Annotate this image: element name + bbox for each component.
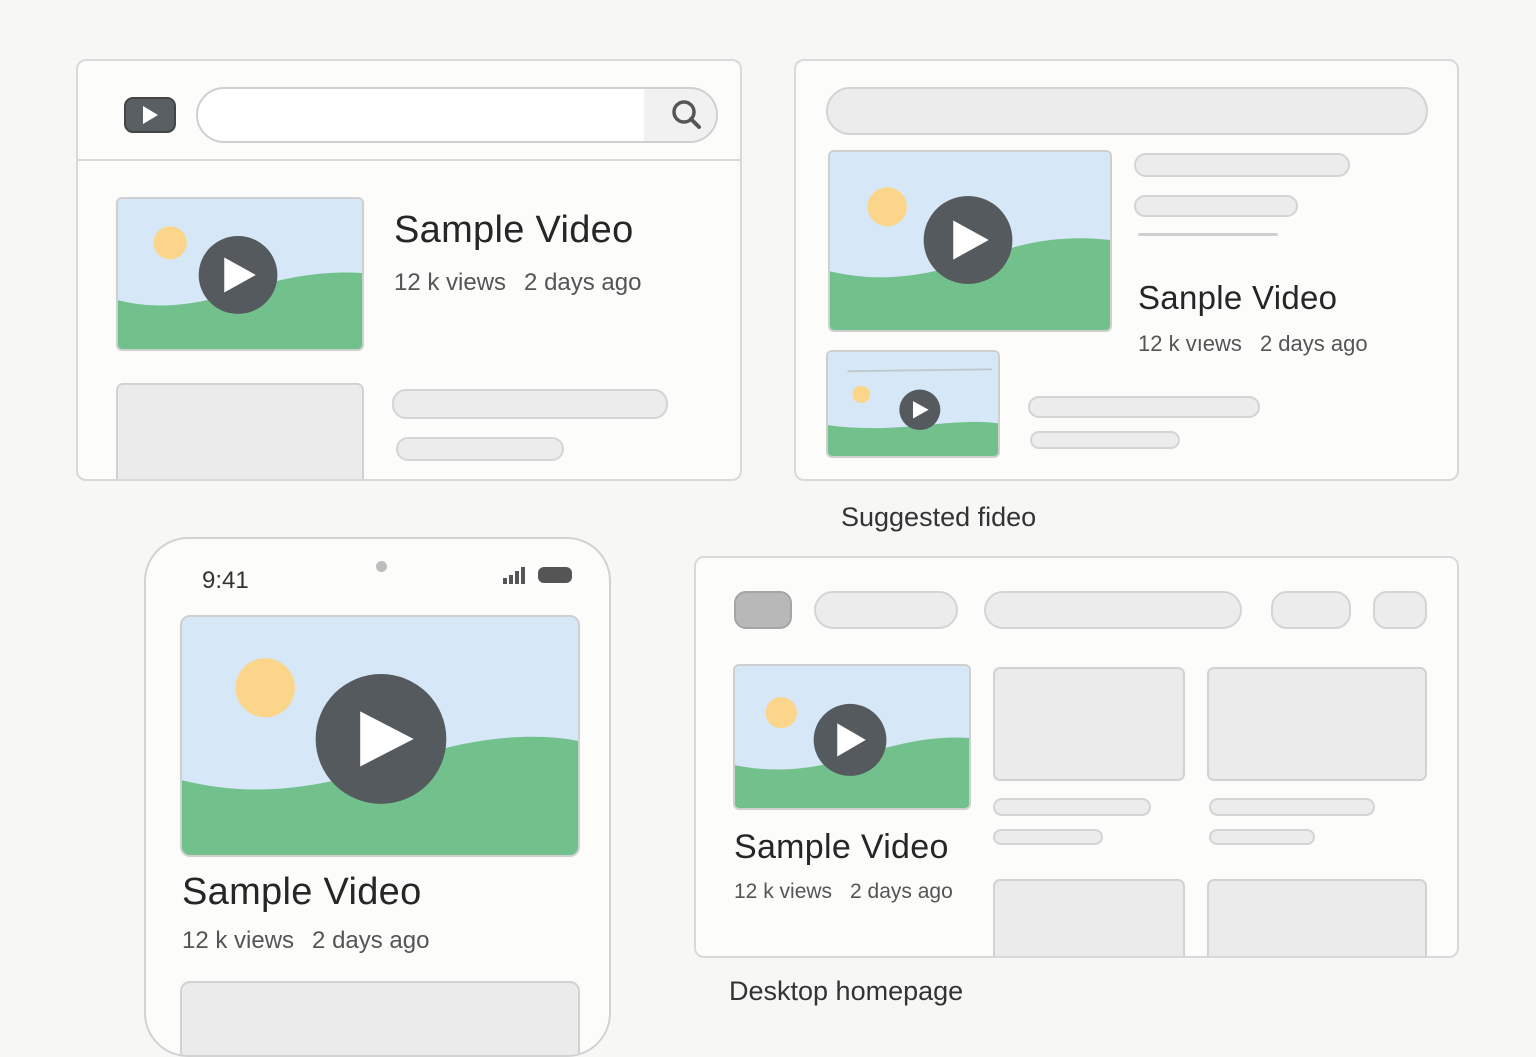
video-card-placeholder bbox=[993, 879, 1185, 956]
status-time: 9:41 bbox=[202, 567, 249, 594]
upload-age: 2 days ago bbox=[524, 269, 642, 296]
mobile-frame: 9:41 Sample Video 12 k views 2 days ago bbox=[144, 537, 611, 1057]
app-header bbox=[78, 61, 740, 161]
upload-age: 2 days ago bbox=[850, 880, 953, 903]
view-count: 12 k views bbox=[182, 927, 295, 954]
desktop-homepage-panel: Sample Video 12 k views 2 days ago bbox=[694, 556, 1459, 958]
video-thumbnail[interactable] bbox=[828, 150, 1112, 332]
caption-desktop: Desktop homepage bbox=[729, 976, 964, 1006]
meta-placeholder bbox=[1134, 195, 1298, 217]
video-thumbnail-placeholder bbox=[116, 383, 364, 479]
video-thumbnail[interactable] bbox=[826, 350, 1000, 458]
meta-placeholder bbox=[993, 829, 1103, 845]
signal-icon bbox=[503, 567, 525, 584]
search-input[interactable] bbox=[196, 87, 718, 143]
play-logo-icon[interactable] bbox=[124, 97, 176, 133]
video-title[interactable]: Sanple Video bbox=[1138, 279, 1337, 317]
search-bar-placeholder[interactable] bbox=[984, 591, 1242, 629]
video-meta: 12 k views 2 days ago bbox=[182, 927, 429, 955]
header-placeholder bbox=[826, 87, 1428, 135]
title-placeholder bbox=[392, 389, 668, 419]
camera-dot bbox=[376, 561, 387, 572]
view-count: 12 k vıews bbox=[1138, 331, 1242, 356]
video-title[interactable]: Sample Video bbox=[394, 209, 634, 252]
meta-placeholder bbox=[1209, 829, 1315, 845]
nav-item-placeholder[interactable] bbox=[814, 591, 958, 629]
video-title[interactable]: Sample Video bbox=[734, 828, 949, 867]
search-results-panel: Sample Video 12 k views 2 days ago bbox=[76, 59, 742, 481]
video-meta: 12 k views 2 days ago bbox=[394, 269, 641, 297]
search-button[interactable] bbox=[644, 89, 716, 141]
logo-placeholder[interactable] bbox=[734, 591, 792, 629]
upload-age: 2 days ago bbox=[1259, 331, 1368, 356]
video-card-placeholder bbox=[1207, 879, 1427, 956]
video-meta: 12 k vıews 2 days ago bbox=[1138, 331, 1368, 357]
search-icon bbox=[672, 100, 701, 129]
upload-age: 2 days ago bbox=[312, 927, 430, 954]
nav-button-placeholder[interactable] bbox=[1271, 591, 1351, 629]
suggested-video-panel: Sanple Video 12 k vıews 2 days ago bbox=[794, 59, 1459, 481]
nav-button-placeholder[interactable] bbox=[1373, 591, 1427, 629]
view-count: 12 k views bbox=[394, 269, 507, 296]
view-count: 12 k views bbox=[734, 880, 833, 903]
battery-icon bbox=[538, 567, 572, 583]
title-placeholder bbox=[993, 798, 1151, 816]
video-thumbnail-placeholder bbox=[180, 981, 580, 1055]
title-placeholder bbox=[1028, 396, 1260, 418]
divider-line bbox=[1138, 233, 1278, 236]
title-placeholder bbox=[1209, 798, 1375, 816]
meta-placeholder bbox=[1030, 431, 1180, 449]
video-meta: 12 k views 2 days ago bbox=[734, 880, 953, 904]
video-card-placeholder bbox=[993, 667, 1185, 781]
title-placeholder bbox=[1134, 153, 1350, 177]
video-thumbnail[interactable] bbox=[733, 664, 971, 810]
caption-suggested: Suggested fideo bbox=[841, 502, 1037, 532]
video-card-placeholder bbox=[1207, 667, 1427, 781]
video-thumbnail[interactable] bbox=[180, 615, 580, 857]
meta-placeholder bbox=[396, 437, 564, 461]
video-thumbnail[interactable] bbox=[116, 197, 364, 351]
video-title[interactable]: Sample Video bbox=[182, 871, 422, 914]
